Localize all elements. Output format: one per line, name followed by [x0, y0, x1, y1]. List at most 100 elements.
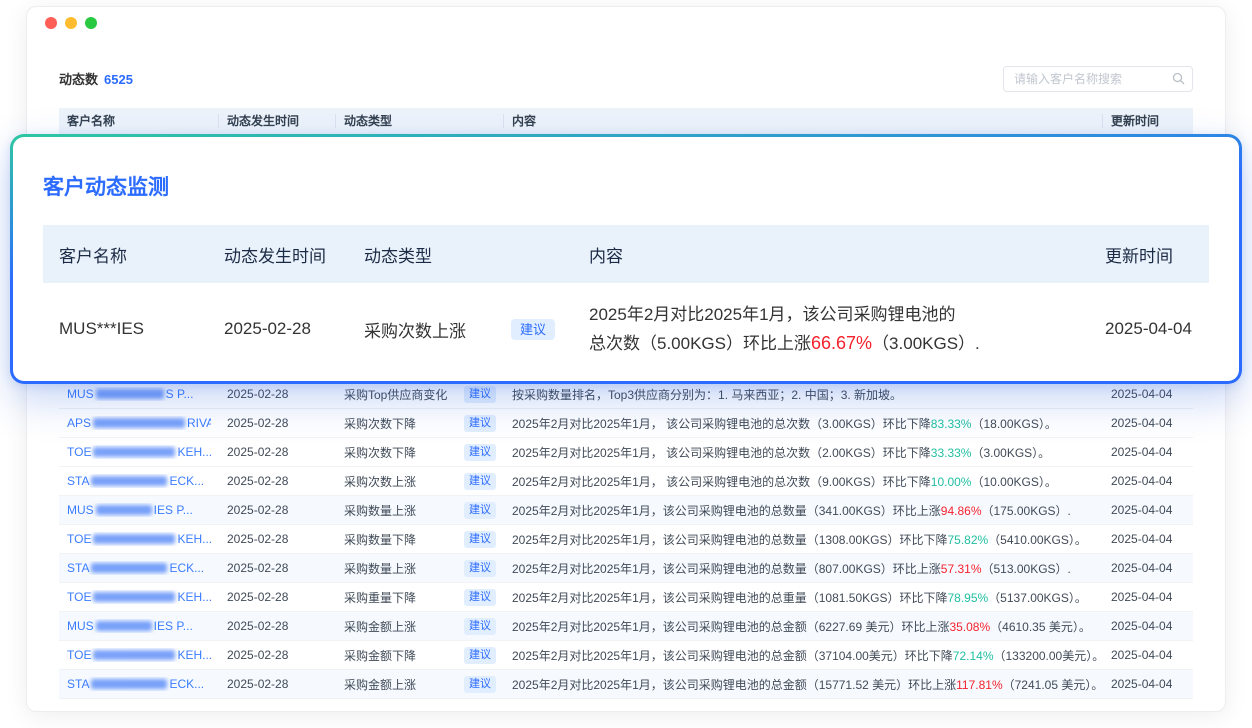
suggestion-badge: 建议	[464, 589, 496, 606]
close-button[interactable]	[45, 17, 57, 29]
suggestion-badge: 建议	[464, 473, 496, 490]
content-text: 2025年2月对比2025年1月，该公司采购锂电池的总数量（1308.00KGS…	[512, 533, 947, 547]
customer-suffix: KEH...	[177, 532, 211, 546]
customer-cell: STAECK...	[59, 677, 219, 691]
event-type: 采购重量下降	[344, 589, 416, 606]
popup-column-update: 更新时间	[1089, 242, 1209, 267]
customer-dynamics-popup: 客户动态监测 客户名称 动态发生时间 动态类型 内容 更新时间 MUS***IE…	[10, 134, 1242, 384]
content-text: 按采购数量排名，Top3供应商分别为：1. 马来西亚；2. 中国；3. 新加坡。	[512, 388, 902, 402]
column-header-type: 动态类型	[336, 114, 504, 128]
event-date: 2025-02-28	[219, 532, 336, 546]
customer-link[interactable]: TOEKEH...	[67, 590, 211, 604]
popup-customer-name: MUS***IES	[43, 319, 208, 339]
content-post: （3.00KGS）.	[872, 334, 980, 353]
content-text: 2025年2月对比2025年1月，该公司采购锂电池的总重量（1081.50KGS…	[512, 591, 947, 605]
event-content: 2025年2月对比2025年1月， 该公司采购锂电池的总次数（2.00KGS）环…	[504, 444, 1103, 461]
customer-link[interactable]: TOEKEH...	[67, 532, 211, 546]
customer-link[interactable]: MUSS P...	[67, 387, 211, 401]
content-text: 2025年2月对比2025年1月，该公司采购锂电池的总金额（15771.52 美…	[512, 678, 956, 692]
update-date: 2025-04-04	[1103, 619, 1193, 633]
event-content: 2025年2月对比2025年1月，该公司采购锂电池的总数量（1308.00KGS…	[504, 531, 1103, 548]
customer-prefix: TOE	[67, 590, 91, 604]
customer-link[interactable]: MUSIES P...	[67, 503, 211, 517]
table-row: TOEKEH...2025-02-28采购重量下降建议2025年2月对比2025…	[59, 583, 1193, 612]
customer-cell: APSRIVAT...	[59, 416, 219, 430]
maximize-button[interactable]	[85, 17, 97, 29]
suggestion-badge: 建议	[464, 647, 496, 664]
content-text: 2025年2月对比2025年1月， 该公司采购锂电池的总次数（9.00KGS）环…	[512, 475, 931, 489]
event-date: 2025-02-28	[219, 416, 336, 430]
percent-value: 83.33%	[931, 417, 972, 431]
customer-suffix: IES P...	[154, 619, 193, 633]
customer-cell: STAECK...	[59, 474, 219, 488]
content-text-post: （7241.05 美元）。	[1003, 678, 1103, 692]
redacted-text	[93, 650, 175, 660]
event-type: 采购次数上涨	[344, 473, 416, 490]
percent-value: 94.86%	[941, 504, 982, 518]
content-text-post: （513.00KGS）.	[982, 562, 1071, 576]
suggestion-badge: 建议	[511, 319, 555, 340]
customer-suffix: S P...	[166, 387, 194, 401]
table-row: STAECK...2025-02-28采购数量上涨建议2025年2月对比2025…	[59, 554, 1193, 583]
percent-value: 78.95%	[947, 591, 988, 605]
event-type-cell: 采购Top供应商变化建议	[336, 386, 504, 403]
customer-suffix: ECK...	[169, 561, 204, 575]
content-text: 2025年2月对比2025年1月，该公司采购锂电池的总金额（37104.00美元…	[512, 649, 953, 663]
event-type-cell: 采购金额上涨建议	[336, 676, 504, 693]
customer-cell: MUSS P...	[59, 387, 219, 401]
dynamics-count: 动态数6525	[59, 69, 133, 89]
customer-link[interactable]: MUSIES P...	[67, 619, 211, 633]
minimize-button[interactable]	[65, 17, 77, 29]
event-content: 2025年2月对比2025年1月， 该公司采购锂电池的总次数（3.00KGS）环…	[504, 415, 1103, 432]
customer-link[interactable]: TOEKEH...	[67, 648, 211, 662]
column-header-event-date: 动态发生时间	[219, 114, 336, 128]
suggestion-badge: 建议	[464, 386, 496, 403]
table-header: 客户名称 动态发生时间 动态类型 内容 更新时间	[59, 108, 1193, 134]
redacted-text	[96, 389, 164, 399]
search-icon[interactable]	[1172, 72, 1185, 85]
table-row: TOEKEH...2025-02-28采购次数下降建议2025年2月对比2025…	[59, 438, 1193, 467]
suggestion-badge: 建议	[464, 531, 496, 548]
event-type: 采购Top供应商变化	[344, 386, 447, 403]
popup-event-type-cell: 采购次数上涨 建议	[348, 317, 573, 342]
search-input[interactable]	[1003, 66, 1193, 92]
customer-prefix: STA	[67, 561, 89, 575]
event-type-cell: 采购次数上涨 建议	[336, 473, 504, 490]
percent-value: 75.82%	[947, 533, 988, 547]
event-type-cell: 采购次数下降建议	[336, 415, 504, 432]
customer-prefix: TOE	[67, 648, 91, 662]
event-type-cell: 采购次数下降建议	[336, 444, 504, 461]
event-date: 2025-02-28	[219, 677, 336, 691]
customer-link[interactable]: STAECK...	[67, 474, 211, 488]
content-text: 2025年2月对比2025年1月， 该公司采购锂电池的总次数（3.00KGS）环…	[512, 417, 931, 431]
event-date: 2025-02-28	[219, 619, 336, 633]
redacted-text	[93, 418, 185, 428]
content-text-post: （4610.35 美元）。	[990, 620, 1091, 634]
customer-prefix: MUS	[67, 503, 94, 517]
redacted-text	[96, 621, 152, 631]
redacted-text	[91, 476, 167, 486]
customer-link[interactable]: APSRIVAT...	[67, 416, 211, 430]
event-type: 采购数量上涨	[344, 560, 416, 577]
popup-column-event-date: 动态发生时间	[208, 242, 348, 267]
content-line-1: 2025年2月对比2025年1月，该公司采购锂电池的	[589, 301, 1089, 329]
customer-suffix: RIVAT...	[187, 416, 211, 430]
customer-prefix: TOE	[67, 445, 91, 459]
event-type: 采购数量上涨	[344, 502, 416, 519]
customer-link[interactable]: TOEKEH...	[67, 445, 211, 459]
customer-link[interactable]: STA ECK...	[67, 561, 211, 575]
customer-link[interactable]: STAECK...	[67, 677, 211, 691]
column-header-content: 内容	[504, 114, 1103, 128]
suggestion-badge: 建议	[464, 444, 496, 461]
redacted-text	[91, 679, 167, 689]
update-date: 2025-04-04	[1103, 503, 1193, 517]
event-content: 2025年2月对比2025年1月，该公司采购锂电池的总数量（341.00KGS）…	[504, 502, 1103, 519]
update-date: 2025-04-04	[1103, 445, 1193, 459]
content-text: 2025年2月对比2025年1月，该公司采购锂电池的总数量（807.00KGS）…	[512, 562, 941, 576]
popup-title: 客户动态监测	[43, 171, 1209, 201]
update-date: 2025-04-04	[1103, 561, 1193, 575]
event-content: 2025年2月对比2025年1月，该公司采购锂电池的总重量（1081.50KGS…	[504, 589, 1103, 606]
popup-event-date: 2025-02-28	[208, 319, 348, 339]
update-date: 2025-04-04	[1103, 474, 1193, 488]
popup-event-content: 2025年2月对比2025年1月，该公司采购锂电池的 总次数（5.00KGS）环…	[573, 301, 1089, 358]
